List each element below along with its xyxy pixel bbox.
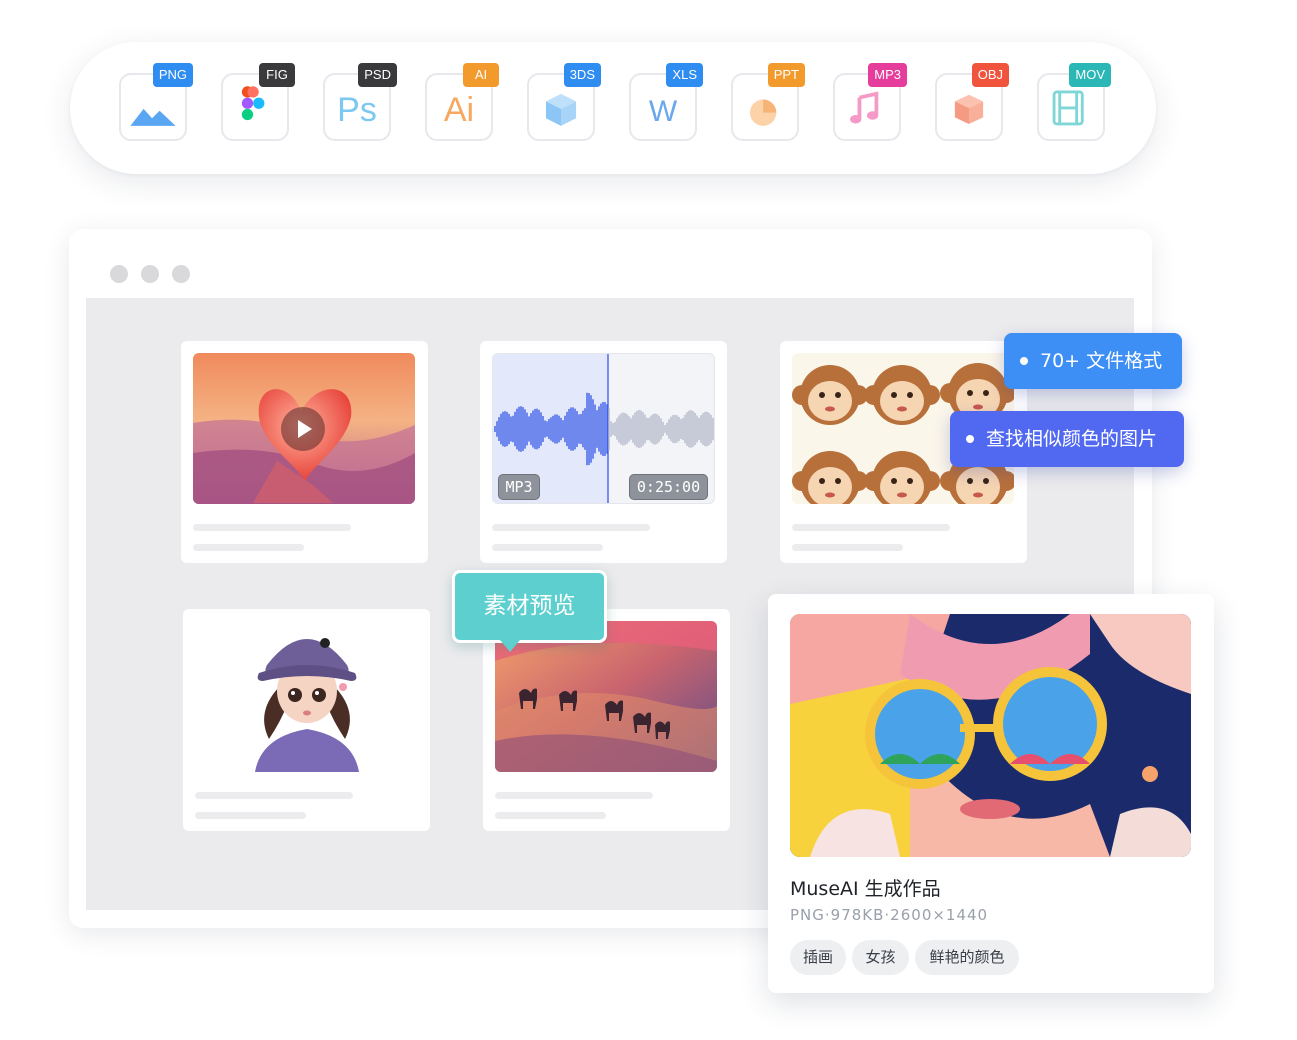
format-mov[interactable]: MOV (1037, 63, 1111, 141)
format-badge: MOV (1069, 63, 1111, 87)
detail-title: MuseAI 生成作品 (790, 878, 941, 900)
placeholder-line (193, 524, 351, 531)
play-icon (298, 420, 312, 438)
format-ai[interactable]: Ai AI (425, 63, 499, 141)
placeholder-line (792, 544, 903, 551)
placeholder-line (492, 544, 603, 551)
placeholder-line (193, 544, 304, 551)
monkey-sticker (792, 451, 868, 504)
asset-detail-card[interactable]: MuseAI 生成作品 PNG·978KB·2600×1440 插画 女孩 鲜艳… (768, 594, 1214, 993)
audio-waveform[interactable]: MP3 0:25:00 (492, 353, 715, 504)
placeholder-line (195, 812, 306, 819)
format-badge: AI (463, 63, 499, 87)
window-dot[interactable] (110, 265, 128, 283)
detail-meta: PNG·978KB·2600×1440 (790, 906, 989, 924)
window-dot[interactable] (172, 265, 190, 283)
format-badge: OBJ (971, 63, 1009, 87)
format-badge: PPT (767, 63, 805, 87)
tag-chip[interactable]: 女孩 (852, 940, 909, 975)
asset-card-video[interactable] (181, 341, 428, 563)
format-mp3[interactable]: MP3 (833, 63, 907, 141)
placeholder-line (195, 792, 353, 799)
preview-tooltip: 素材预览 (452, 570, 607, 643)
format-xls[interactable]: W XLS (629, 63, 703, 141)
monkey-sticker (864, 451, 940, 504)
formats-tooltip: 70+ 文件格式 (1004, 333, 1182, 389)
placeholder-line (495, 812, 606, 819)
placeholder-line (492, 524, 650, 531)
format-badge: PNG (152, 63, 193, 87)
preview-tooltip-tail (500, 640, 520, 652)
format-badge: XLS (666, 63, 703, 87)
format-badge: FIG (259, 63, 295, 87)
monkey-sticker (792, 365, 868, 425)
format-ppt[interactable]: PPT (731, 63, 805, 141)
format-3ds[interactable]: 3DS (527, 63, 601, 141)
placeholder-line (495, 792, 653, 799)
detail-image[interactable] (790, 614, 1191, 857)
illustration-thumbnail[interactable] (495, 621, 717, 772)
character-thumbnail[interactable] (195, 621, 417, 772)
window-dot[interactable] (141, 265, 159, 283)
format-fig[interactable]: FIG (221, 63, 295, 141)
monkey-sticker (864, 365, 940, 425)
tag-chip[interactable]: 插画 (790, 940, 846, 975)
audio-duration-label: 0:25:00 (629, 474, 708, 500)
format-psd[interactable]: Ps PSD (323, 63, 397, 141)
placeholder-line (792, 524, 950, 531)
format-bar: PNG FIG Ps PSD Ai AI 3DS W XLS PPT MP3 O… (70, 42, 1156, 174)
play-button[interactable] (281, 407, 325, 451)
video-thumbnail[interactable] (193, 353, 415, 504)
tag-chip[interactable]: 鲜艳的颜色 (915, 940, 1019, 975)
format-png[interactable]: PNG (119, 63, 193, 141)
format-badge: PSD (358, 63, 397, 87)
similar-color-tooltip: 查找相似颜色的图片 (950, 411, 1184, 467)
format-badge: MP3 (868, 63, 907, 87)
asset-card-character[interactable] (183, 609, 430, 831)
format-obj[interactable]: OBJ (935, 63, 1009, 141)
format-badge: 3DS (563, 63, 601, 87)
audio-format-label: MP3 (498, 474, 540, 500)
asset-card-audio[interactable]: MP3 0:25:00 (480, 341, 727, 563)
